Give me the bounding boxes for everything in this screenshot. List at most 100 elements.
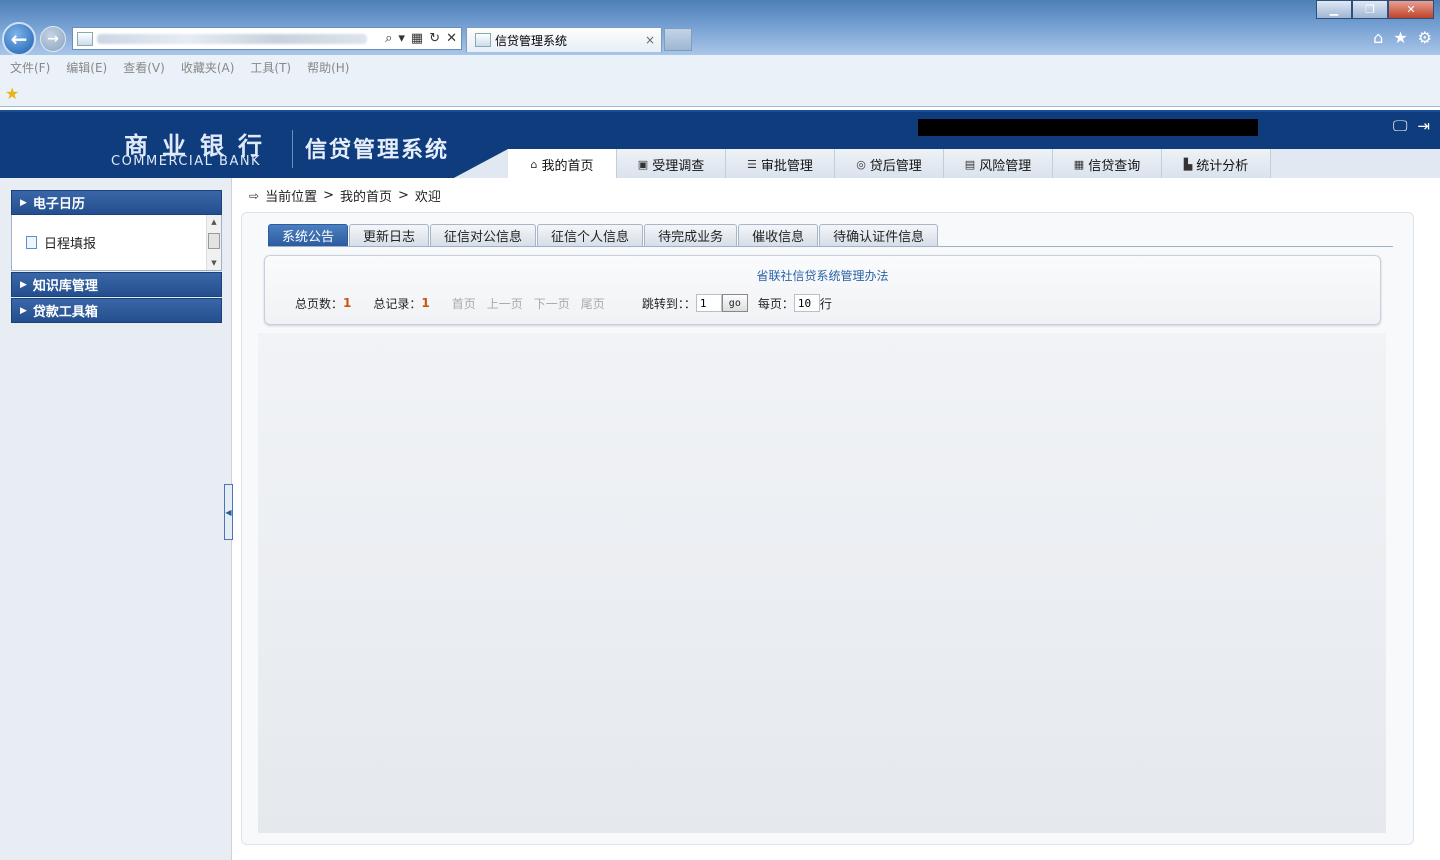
scroll-thumb[interactable] bbox=[208, 233, 220, 249]
browser-tab[interactable]: 信贷管理系统 × bbox=[466, 27, 662, 52]
tab-close-icon[interactable]: × bbox=[645, 33, 655, 47]
add-favorites-icon[interactable]: ★ bbox=[5, 84, 19, 103]
expand-triangle-icon: ▶ bbox=[20, 197, 27, 208]
dropdown-icon[interactable]: ▾ bbox=[398, 31, 405, 46]
search-icon[interactable]: ⌕ bbox=[385, 31, 392, 46]
breadcrumb-item: 欢迎 bbox=[414, 190, 441, 205]
content-panel: 系统公告 更新日志 征信对公信息 征信个人信息 待完成业务 催收信息 待确认证件… bbox=[241, 212, 1414, 845]
jump-page-input[interactable] bbox=[695, 294, 722, 312]
nav-tab-label: 我的首页 bbox=[541, 159, 594, 174]
per-page-label: 每页： bbox=[757, 296, 794, 311]
tab-system-notice[interactable]: 系统公告 bbox=[268, 224, 349, 246]
tab-personal-credit[interactable]: 征信个人信息 bbox=[537, 224, 644, 246]
close-window-button[interactable]: ✕ bbox=[1388, 0, 1434, 19]
tab-page-icon bbox=[475, 33, 491, 47]
nav-tab-risk[interactable]: ▤ 风险管理 bbox=[944, 149, 1053, 180]
nav-tab-home[interactable]: ⌂ 我的首页 bbox=[508, 149, 617, 180]
panel-title: 电子日历 bbox=[32, 197, 85, 212]
nav-tab-label: 受理调查 bbox=[652, 159, 705, 174]
home-icon: ⌂ bbox=[530, 158, 538, 171]
sidebar-item-schedule[interactable]: 日程填报 bbox=[26, 233, 96, 252]
total-records-label: 总记录： bbox=[373, 296, 422, 311]
forward-button[interactable]: → bbox=[40, 26, 66, 52]
menu-tools[interactable]: 工具(T) bbox=[250, 59, 291, 76]
nav-tab-label: 信贷查询 bbox=[1088, 159, 1141, 174]
collapse-arrow-icon: ◀ bbox=[225, 507, 232, 517]
nav-tab-intake-survey[interactable]: ▣ 受理调查 bbox=[617, 149, 726, 180]
menu-view[interactable]: 查看(V) bbox=[123, 59, 165, 76]
home-icon[interactable]: ⌂ bbox=[1373, 28, 1383, 47]
nav-tab-credit-query[interactable]: ▦ 信贷查询 bbox=[1053, 149, 1162, 180]
panel-title: 贷款工具箱 bbox=[32, 305, 98, 320]
settings-gear-icon[interactable]: ⚙ bbox=[1418, 28, 1432, 47]
breadcrumb-item[interactable]: 我的首页 bbox=[340, 186, 392, 205]
tab-pending-id-confirm[interactable]: 待确认证件信息 bbox=[819, 224, 939, 246]
logo-divider bbox=[292, 130, 293, 168]
sidebar: ▶ 电子日历 ▶ 知识库管理 ▶ 贷款工具箱 bbox=[0, 178, 232, 860]
menu-help[interactable]: 帮助(H) bbox=[307, 59, 349, 76]
prev-page-link[interactable]: 上一页 bbox=[487, 295, 523, 312]
url-redacted bbox=[97, 33, 367, 44]
breadcrumb-separator: > bbox=[323, 188, 334, 203]
tab-collection[interactable]: 催收信息 bbox=[738, 224, 819, 246]
page-icon bbox=[77, 31, 93, 46]
logout-icon[interactable]: ⇥ bbox=[1417, 117, 1430, 135]
nav-tab-statistics[interactable]: ▙ 统计分析 bbox=[1162, 149, 1271, 180]
nav-tab-approval[interactable]: ☰ 审批管理 bbox=[726, 149, 835, 180]
query-icon: ▦ bbox=[1073, 158, 1085, 171]
compatibility-icon[interactable]: ▦ bbox=[411, 31, 423, 46]
back-arrow-icon: ← bbox=[10, 27, 28, 51]
tab-update-log[interactable]: 更新日志 bbox=[349, 224, 430, 246]
desktop-icon[interactable]: 🖵 bbox=[1393, 117, 1407, 135]
first-page-link[interactable]: 首页 bbox=[452, 295, 476, 312]
total-records-value: 1 bbox=[421, 296, 430, 310]
menu-favorites[interactable]: 收藏夹(A) bbox=[181, 59, 235, 76]
last-page-link[interactable]: 尾页 bbox=[581, 295, 605, 312]
menu-file[interactable]: 文件(F) bbox=[10, 59, 50, 76]
sidebar-panel-calendar[interactable]: ▶ 电子日历 bbox=[11, 190, 222, 215]
tab-pending-business[interactable]: 待完成业务 bbox=[644, 224, 738, 246]
breadcrumb-item: 当前位置 bbox=[265, 190, 318, 205]
new-tab-button[interactable] bbox=[664, 28, 692, 51]
nav-tab-post-loan[interactable]: ◎ 贷后管理 bbox=[835, 149, 944, 180]
redacted-user-info bbox=[918, 119, 1258, 136]
tab-corporate-credit[interactable]: 征信对公信息 bbox=[430, 224, 537, 246]
next-page-link[interactable]: 下一页 bbox=[534, 295, 570, 312]
nav-tab-label: 贷后管理 bbox=[869, 159, 922, 174]
minimize-button[interactable]: ▁ bbox=[1316, 0, 1352, 19]
back-button[interactable]: ← bbox=[2, 22, 36, 56]
sidebar-panel-knowledge[interactable]: ▶ 知识库管理 bbox=[11, 272, 222, 297]
bank-logo-en: COMMERCIAL BANK bbox=[111, 154, 262, 169]
scroll-up-icon[interactable]: ▲ bbox=[207, 215, 221, 229]
go-button[interactable]: go bbox=[721, 294, 748, 312]
browser-titlebar: ▁ ❐ ✕ ← → ⌕ ▾ ▦ ↻ ✕ 信贷管理系统 × ⌂ ★ ⚙ bbox=[0, 0, 1440, 56]
total-pages-value: 1 bbox=[343, 296, 352, 310]
menu-bar: 文件(F) 编辑(E) 查看(V) 收藏夹(A) 工具(T) 帮助(H) bbox=[0, 55, 1440, 79]
sidebar-collapse-toggle[interactable]: ◀ bbox=[224, 484, 233, 540]
refresh-icon[interactable]: ↻ bbox=[429, 31, 440, 46]
expand-triangle-icon: ▶ bbox=[20, 305, 27, 316]
forward-arrow-icon: → bbox=[47, 31, 59, 47]
notice-box: 省联社信贷系统管理办法 总页数： 1 总记录： 1 首页 上一页 下一页 尾页 … bbox=[264, 255, 1381, 325]
scroll-down-icon[interactable]: ▼ bbox=[207, 256, 221, 270]
subtab-bar: 系统公告 更新日志 征信对公信息 征信个人信息 待完成业务 催收信息 待确认证件… bbox=[268, 224, 939, 246]
window-controls: ▁ ❐ ✕ bbox=[1316, 0, 1434, 19]
panel-title: 知识库管理 bbox=[32, 279, 98, 294]
restore-button[interactable]: ❐ bbox=[1352, 0, 1388, 19]
breadcrumb: ⇨ 当前位置 > 我的首页 > 欢迎 bbox=[249, 186, 441, 205]
per-page-input[interactable] bbox=[793, 294, 820, 312]
calendar-scrollbar[interactable]: ▲ ▼ bbox=[206, 215, 221, 270]
notice-link[interactable]: 省联社信贷系统管理办法 bbox=[265, 267, 1380, 284]
favorites-star-icon[interactable]: ★ bbox=[1393, 28, 1407, 47]
address-bar[interactable]: ⌕ ▾ ▦ ↻ ✕ bbox=[72, 27, 462, 50]
menu-edit[interactable]: 编辑(E) bbox=[66, 59, 107, 76]
main-area: ⇨ 当前位置 > 我的首页 > 欢迎 系统公告 更新日志 征信对公信息 征信个人… bbox=[233, 178, 1440, 860]
sidebar-panel-loan-tools[interactable]: ▶ 贷款工具箱 bbox=[11, 298, 222, 323]
stop-icon[interactable]: ✕ bbox=[446, 31, 457, 46]
expand-triangle-icon: ▶ bbox=[20, 279, 27, 290]
risk-icon: ▤ bbox=[964, 158, 976, 171]
total-pages-label: 总页数： bbox=[295, 296, 344, 311]
location-icon: ⇨ bbox=[249, 188, 260, 203]
app-header: 商业银行 COMMERCIAL BANK 信贷管理系统 🖵 ⇥ ⌂ 我的首页 ▣ 受… bbox=[0, 110, 1440, 180]
main-nav: ⌂ 我的首页 ▣ 受理调查 ☰ 审批管理 ◎ 贷后管理 ▤ 风险管理 ▦ 信贷查询 ▙ 统计分… bbox=[508, 149, 1271, 180]
